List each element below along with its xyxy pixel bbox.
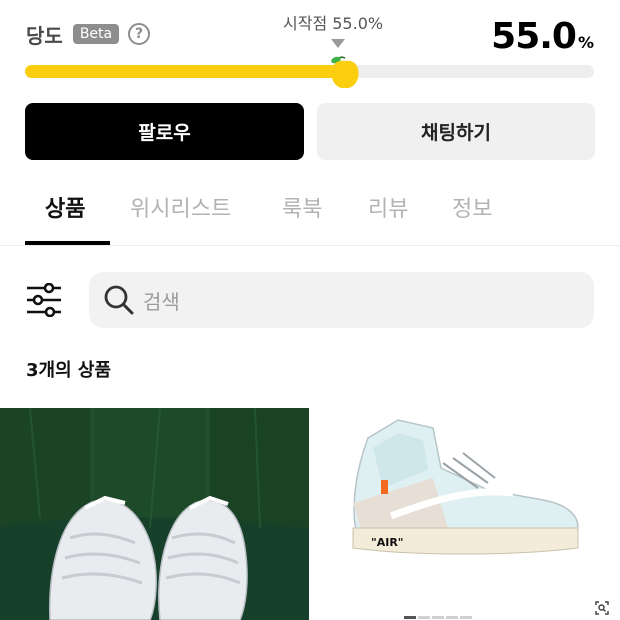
search-icon [104,285,134,315]
pager-dot [418,616,430,619]
meter-track [25,65,594,78]
image-pager [404,616,472,619]
start-marker-arrow-icon [331,39,345,48]
meter-value-unit: % [577,33,594,52]
chat-button[interactable]: 채팅하기 [317,103,595,160]
tab-info[interactable]: 정보 [452,191,492,223]
meter-value: 55.0 % [491,16,594,57]
start-point-caption: 시작점 55.0% [283,14,384,33]
tab-reviews[interactable]: 리뷰 [368,191,408,223]
yellow-fruit-icon [331,56,359,89]
tab-products[interactable]: 상품 [45,191,85,223]
pager-dot [432,616,444,619]
tab-bar: 상품 위시리스트 룩북 리뷰 정보 [0,183,620,246]
meter-fill [25,65,338,78]
pager-dot [460,616,472,619]
visual-search-lens-icon[interactable] [594,600,610,616]
help-icon[interactable]: ? [128,23,151,45]
search-input[interactable]: 검색 [89,272,594,328]
tab-wishlist[interactable]: 위시리스트 [130,191,231,223]
product-card-2[interactable]: "AIR" [313,408,620,620]
tab-lookbook[interactable]: 룩북 [282,191,322,223]
active-tab-indicator [25,241,110,245]
filter-sliders-icon[interactable] [26,283,62,317]
product-image-high-top-sneaker: "AIR" [313,408,620,620]
beta-badge: Beta [72,24,120,44]
search-placeholder: 검색 [143,289,180,314]
meter-header: 당도 Beta ? [26,20,151,48]
pager-dot [404,616,416,619]
product-card-1[interactable] [0,408,309,620]
follow-button[interactable]: 팔로우 [25,103,304,160]
product-image-sneakers-pair [0,408,309,620]
product-count: 3개의 상품 [26,360,112,381]
product-print-air: "AIR" [371,536,404,549]
meter-label: 당도 [26,23,63,48]
pager-dot [446,616,458,619]
meter-value-number: 55.0 [491,16,577,57]
